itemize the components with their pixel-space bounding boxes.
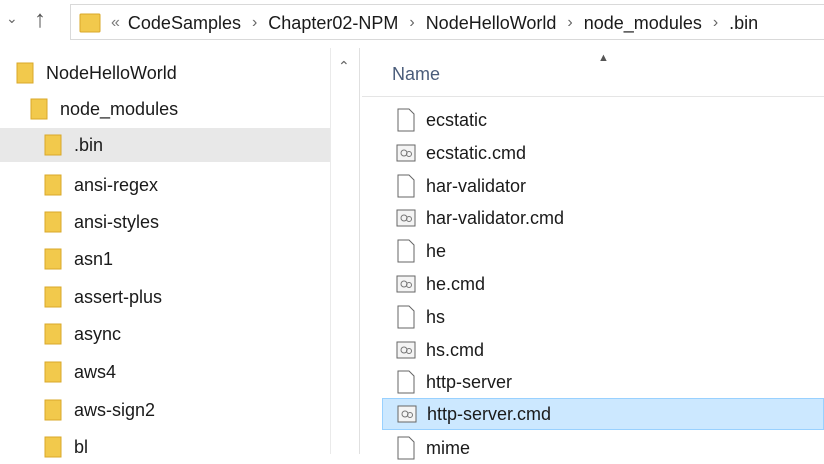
folder-icon [44, 323, 62, 345]
tree-item-aws-sign2[interactable]: aws-sign2 [44, 393, 330, 427]
file-name: he.cmd [426, 273, 486, 294]
chevron-right-icon[interactable]: › [713, 14, 718, 32]
name-column-header[interactable]: ▲ Name [362, 48, 824, 97]
cmd-file-icon [396, 341, 416, 359]
file-icon [397, 370, 415, 394]
folder-icon [44, 361, 62, 383]
file-row-http-server-cmd[interactable]: http-server.cmd [382, 398, 824, 430]
file-row-hs-cmd[interactable]: hs.cmd [382, 334, 824, 366]
address-bar-row: ⌄ ↑ « CodeSamples › Chapter02-NPM › Node… [0, 0, 824, 48]
file-name: hs [426, 306, 446, 327]
address-bar[interactable]: « CodeSamples › Chapter02-NPM › NodeHell… [70, 4, 824, 40]
folder-icon [44, 174, 62, 196]
chevron-right-icon[interactable]: › [567, 14, 572, 32]
folder-icon [44, 399, 62, 421]
file-name: ecstatic.cmd [426, 142, 527, 163]
tree-item-label: node_modules [60, 98, 179, 119]
file-row-har-validator-cmd[interactable]: har-validator.cmd [382, 202, 824, 234]
tree-item-label: aws-sign2 [74, 399, 156, 420]
tree-scrollbar[interactable]: ⌃ [330, 48, 360, 454]
crumb-chapter02-npm[interactable]: Chapter02-NPM [268, 13, 398, 34]
file-name: http-server [426, 371, 513, 392]
crumb-bin[interactable]: .bin [729, 13, 758, 34]
chevron-right-icon[interactable]: › [409, 14, 414, 32]
file-row-ecstatic[interactable]: ecstatic [382, 104, 824, 136]
tree-item-label: bl [74, 436, 89, 457]
file-row-he-cmd[interactable]: he.cmd [382, 268, 824, 300]
file-name: http-server.cmd [427, 403, 552, 424]
tree-item-asn1[interactable]: asn1 [44, 242, 330, 276]
crumb-node-modules[interactable]: node_modules [584, 13, 702, 34]
tree-item-label: assert-plus [74, 286, 163, 307]
file-icon [397, 436, 415, 460]
file-row-hs[interactable]: hs [382, 301, 824, 333]
tree-item-async[interactable]: async [44, 317, 330, 351]
tree-item-node-modules[interactable]: node_modules [30, 92, 330, 126]
file-row-har-validator[interactable]: har-validator [382, 170, 824, 202]
folder-icon [79, 13, 101, 33]
file-list: ▲ Name ecstatic ecstatic.cmd har-validat… [362, 48, 824, 460]
file-row-ecstatic-cmd[interactable]: ecstatic.cmd [382, 137, 824, 169]
folder-icon [44, 436, 62, 458]
file-name: hs.cmd [426, 339, 485, 360]
tree-item-label: NodeHelloWorld [46, 62, 177, 83]
file-name: he [426, 240, 447, 261]
folder-icon [44, 248, 62, 270]
tree-item-label: ansi-regex [74, 174, 159, 195]
scroll-up-arrow-icon[interactable]: ⌃ [338, 58, 350, 75]
file-row-mime[interactable]: mime [382, 432, 824, 464]
tree-item-ansi-styles[interactable]: ansi-styles [44, 205, 330, 239]
up-arrow-icon[interactable]: ↑ [34, 8, 46, 32]
file-icon [397, 108, 415, 132]
tree-item-label: aws4 [74, 361, 117, 382]
crumb-codesamples[interactable]: CodeSamples [128, 13, 241, 34]
file-name: har-validator.cmd [426, 207, 565, 228]
tree-item-label: .bin [74, 134, 104, 155]
overflow-indicator[interactable]: « [111, 14, 120, 32]
cmd-file-icon [396, 144, 416, 162]
tree-item-bin[interactable]: .bin [0, 128, 330, 162]
file-icon [397, 305, 415, 329]
tree-item-aws4[interactable]: aws4 [44, 355, 330, 389]
tree-item-nodehelloworld[interactable]: NodeHelloWorld [16, 56, 330, 90]
file-row-http-server[interactable]: http-server [382, 366, 824, 398]
chevron-right-icon[interactable]: › [252, 14, 257, 32]
tree-item-ansi-regex[interactable]: ansi-regex [44, 168, 330, 202]
file-icon [397, 174, 415, 198]
tree-item-bl[interactable]: bl [44, 430, 330, 464]
breadcrumb: « CodeSamples › Chapter02-NPM › NodeHell… [111, 11, 758, 35]
file-name: har-validator [426, 175, 527, 196]
file-row-he[interactable]: he [382, 235, 824, 267]
column-header-label: Name [392, 64, 441, 84]
recent-locations-chevron-icon[interactable]: ⌄ [6, 10, 18, 27]
file-icon [397, 239, 415, 263]
tree-item-label: asn1 [74, 248, 114, 269]
folder-icon [44, 211, 62, 233]
folder-icon [44, 134, 62, 156]
tree-item-label: ansi-styles [74, 211, 160, 232]
folder-icon [30, 98, 48, 120]
folder-icon [16, 62, 34, 84]
sort-ascending-icon: ▲ [598, 52, 609, 64]
file-name: ecstatic [426, 109, 488, 130]
cmd-file-icon [396, 275, 416, 293]
tree-item-label: async [74, 323, 122, 344]
folder-icon [44, 286, 62, 308]
navigation-tree: NodeHelloWorld node_modules .bin ansi-re… [0, 48, 330, 458]
file-name: mime [426, 437, 470, 458]
tree-item-assert-plus[interactable]: assert-plus [44, 280, 330, 314]
crumb-nodehelloworld[interactable]: NodeHelloWorld [426, 13, 557, 34]
cmd-file-icon [397, 405, 417, 423]
cmd-file-icon [396, 209, 416, 227]
